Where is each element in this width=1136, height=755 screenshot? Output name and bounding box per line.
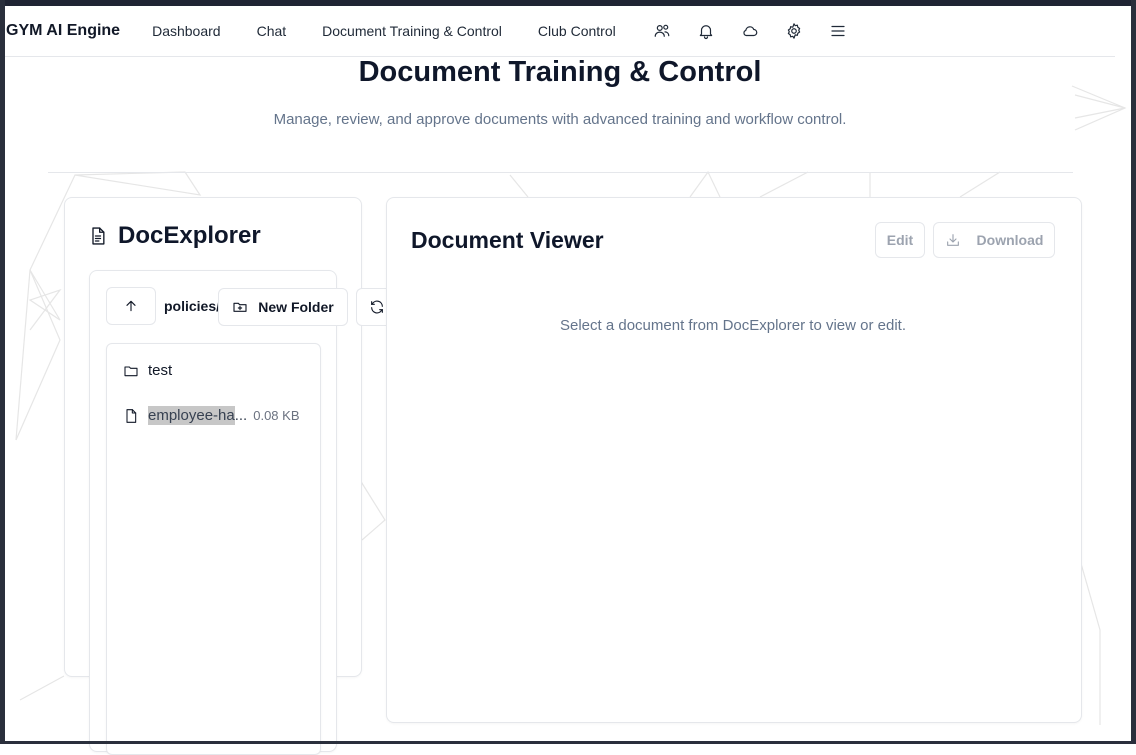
header-divider	[48, 172, 1073, 173]
bell-icon[interactable]	[696, 21, 716, 41]
top-navbar: GYM AI Engine Dashboard Chat Document Tr…	[5, 6, 1115, 57]
folder-plus-icon	[233, 302, 247, 312]
menu-icon[interactable]	[828, 21, 848, 41]
document-viewer-card	[386, 197, 1082, 723]
refresh-icon	[371, 300, 383, 314]
list-item-file[interactable]: employee-ha... 0.08 KB	[123, 406, 300, 425]
file-name-ellipsis: ...	[234, 407, 248, 424]
folder-icon	[124, 365, 138, 376]
refresh-button[interactable]	[356, 288, 386, 326]
current-path: policies/	[164, 298, 221, 314]
nav-link-chat[interactable]: Chat	[257, 23, 287, 39]
download-button[interactable]: Download	[933, 222, 1055, 258]
document-viewer-title: Document Viewer	[411, 227, 604, 253]
nav-link-document-training[interactable]: Document Training & Control	[322, 23, 502, 39]
navigate-up-button[interactable]	[106, 287, 156, 325]
app-brand[interactable]: GYM AI Engine	[6, 22, 120, 40]
file-list	[106, 343, 321, 755]
file-text-icon	[92, 227, 105, 245]
file-size: 0.08 KB	[253, 408, 300, 423]
cloud-icon[interactable]	[740, 21, 760, 41]
list-item-folder[interactable]: test	[123, 362, 172, 379]
viewer-empty-message: Select a document from DocExplorer to vi…	[560, 317, 906, 334]
new-folder-button[interactable]: New Folder	[218, 288, 348, 326]
nav-link-club-control[interactable]: Club Control	[538, 23, 616, 39]
window-frame-left	[0, 0, 5, 744]
gear-icon[interactable]	[784, 21, 804, 41]
doc-explorer-title: DocExplorer	[88, 222, 261, 250]
doc-explorer-title-text: DocExplorer	[118, 222, 261, 249]
page-title: Document Training & Control	[358, 56, 762, 88]
download-label: Download	[976, 232, 1044, 248]
edit-label: Edit	[886, 232, 914, 248]
new-folder-label: New Folder	[258, 299, 334, 315]
arrow-up-icon	[126, 300, 136, 312]
download-icon	[946, 234, 959, 246]
folder-name: test	[148, 362, 173, 379]
edit-button[interactable]: Edit	[875, 222, 925, 258]
window-frame-right	[1131, 0, 1136, 744]
users-icon[interactable]	[652, 21, 672, 41]
nav-link-dashboard[interactable]: Dashboard	[152, 23, 221, 39]
file-name: employee-ha	[148, 406, 235, 425]
page-subtitle: Manage, review, and approve documents wi…	[273, 111, 847, 128]
file-icon	[126, 408, 137, 423]
